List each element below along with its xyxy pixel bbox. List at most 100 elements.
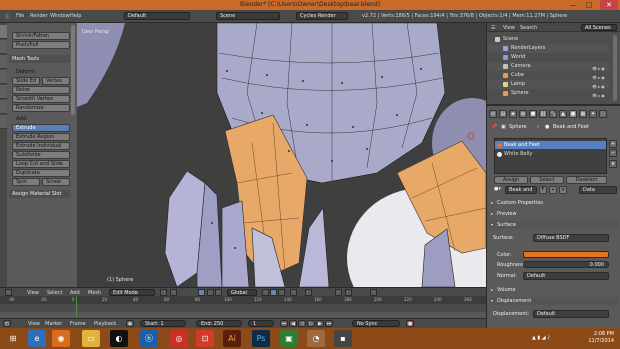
color-swatch[interactable] [523,251,609,258]
shrink-fatten-button[interactable]: Shrink/Fatten [12,32,70,40]
start-frame-field[interactable]: Start: 1 [140,320,186,327]
menu-render[interactable]: Render [30,13,48,19]
unlink-material-icon[interactable]: ✕ [559,186,567,194]
translate-icon[interactable] [207,289,214,296]
randomize-button[interactable]: Randomize [12,104,70,112]
render-engine-dropdown[interactable]: Cycles Render [296,12,348,20]
new-material-icon[interactable]: + [549,186,557,194]
custom-properties-section[interactable]: ▸ Custom Properties [489,199,619,207]
tab-shading-uvs[interactable] [0,85,7,99]
screen-layout-dropdown[interactable]: Default [124,12,190,20]
surface-shader-dropdown[interactable]: Diffuse BSDF [533,234,609,242]
outliner-row-cube[interactable]: Cube 👁▸◉ [487,71,609,80]
app-green-icon[interactable]: ▣ [280,330,298,347]
prev-key-icon[interactable]: ◀ [289,320,297,327]
outliner-menu-view[interactable]: View [503,25,515,31]
menu-window[interactable]: Window [50,13,70,19]
outliner-scrollbar[interactable] [613,35,617,101]
timeline-editor[interactable]: -40 -20 0 20 40 60 80 100 120 140 160 18… [0,296,486,318]
tab-display[interactable] [0,70,7,84]
scene-tab-icon[interactable]: ◈ [509,110,517,118]
volume-section[interactable]: ▸ Volume [489,286,619,294]
particles-tab-icon[interactable]: ✦ [589,110,597,118]
noise-button[interactable]: Noise [12,86,70,94]
tool-shelf-scrollbar[interactable] [71,25,75,115]
extrude-button[interactable]: Extrude [12,124,70,132]
office-icon[interactable]: ⊡ [196,330,214,347]
shading-sphere-icon[interactable] [160,289,167,296]
render-preview-icon[interactable] [370,289,377,296]
editor-type-icon[interactable]: ⓘ [5,13,10,20]
pivot-point-icon[interactable] [170,289,177,296]
duplicate-button[interactable]: Duplicate [12,169,70,177]
preview-section[interactable]: ▸ Preview [489,210,619,218]
outliner-row-scene[interactable]: Scene [487,35,609,44]
maximize-button[interactable]: □ [582,0,596,10]
pin-icon[interactable]: 📌 [491,124,497,130]
tab-options[interactable] [0,100,7,114]
outliner-scope-dropdown[interactable]: All Scenes [581,24,617,31]
timeline-menu-playback[interactable]: Playback [94,321,116,327]
modifiers-tab-icon[interactable]: 🔧 [549,110,557,118]
taskbar-clock[interactable]: 2:08 PM 11/7/2014 [588,331,614,345]
render-tab-icon[interactable]: ◎ [489,110,497,118]
data-tab-icon[interactable]: ▲ [559,110,567,118]
menu-help[interactable]: Help [70,13,81,19]
play-reverse-icon[interactable]: ◁ [298,320,306,327]
timeline-track[interactable] [0,304,486,312]
visibility-toggles-icon[interactable]: 👁▸◉ [592,91,606,98]
blender-taskbar-icon[interactable]: ◔ [307,330,325,347]
deselect-button[interactable]: Deselect [566,176,607,184]
outliner-row-lamp[interactable]: Lamp 👁▸◉ [487,80,609,89]
photoshop-icon[interactable]: Ps [252,330,270,347]
loop-cut-button[interactable]: Loop Cut and Slide [12,160,70,168]
mode-dropdown[interactable]: Edit Mode [109,289,155,296]
tab-grease-pencil[interactable] [0,115,7,129]
add-slot-button[interactable]: + [609,140,617,148]
assign-material-panel-header[interactable]: Assign Material Slot [9,190,70,198]
jump-start-icon[interactable]: ⏮ [280,320,288,327]
sync-dropdown[interactable]: No Sync [352,320,400,327]
slot-specials-button[interactable]: ▾ [609,160,617,168]
push-pull-button[interactable]: Push/Pull [12,41,70,49]
link-data-dropdown[interactable]: Data [579,186,617,194]
manipulator-toggle-icon[interactable] [198,289,205,296]
visibility-toggles-icon[interactable]: 👁▸◉ [592,64,606,71]
outliner-row-camera[interactable]: Camera 👁▸◉ [487,62,609,71]
close-button[interactable]: ✕ [600,0,618,10]
auto-key-icon[interactable]: ● [406,320,414,327]
slide-vertex-button[interactable]: Vertex [42,77,70,85]
tab-relations[interactable] [0,55,7,69]
start-button-icon[interactable]: ⊞ [4,330,22,347]
end-frame-field[interactable]: End: 250 [196,320,242,327]
roughness-slider[interactable]: 0.000 [523,261,609,268]
file-explorer-icon[interactable]: ▭ [82,330,100,347]
material-tab-icon[interactable]: ● [569,110,577,118]
material-browse-icon[interactable]: ●▾ [494,186,501,192]
scene-dropdown[interactable]: Scene [216,12,280,20]
normal-input[interactable]: Default [523,272,609,280]
object-tab-icon[interactable]: ■ [529,110,537,118]
illustrator-icon[interactable]: Ai [223,330,241,347]
tab-tools[interactable] [0,25,7,39]
play-icon[interactable]: ▷ [307,320,315,327]
world-tab-icon[interactable]: ◍ [519,110,527,118]
edge-select-icon[interactable] [270,289,277,296]
limit-selection-icon[interactable] [290,289,297,296]
next-key-icon[interactable]: ▶ [316,320,324,327]
jump-end-icon[interactable]: ⏭ [325,320,333,327]
slide-edge-button[interactable]: Slide Ed [12,77,40,85]
hp-icon[interactable]: ⓗ [140,330,158,347]
snap-target-icon[interactable] [345,289,352,296]
assign-button[interactable]: Assign [494,176,528,184]
visibility-toggles-icon[interactable]: 👁▸◉ [592,73,606,80]
material-name-field[interactable]: Beak and [505,186,537,194]
menu-file[interactable]: File [16,13,24,19]
snap-magnet-icon[interactable] [335,289,342,296]
vertex-select-icon[interactable] [262,289,269,296]
timeline-menu-frame[interactable]: Frame [70,321,86,327]
current-frame-field[interactable]: 1 [248,320,274,327]
outliner-menu-search[interactable]: Search [520,25,537,31]
proportional-edit-icon[interactable] [305,289,312,296]
smooth-vertex-button[interactable]: Smooth Vertex [12,95,70,103]
